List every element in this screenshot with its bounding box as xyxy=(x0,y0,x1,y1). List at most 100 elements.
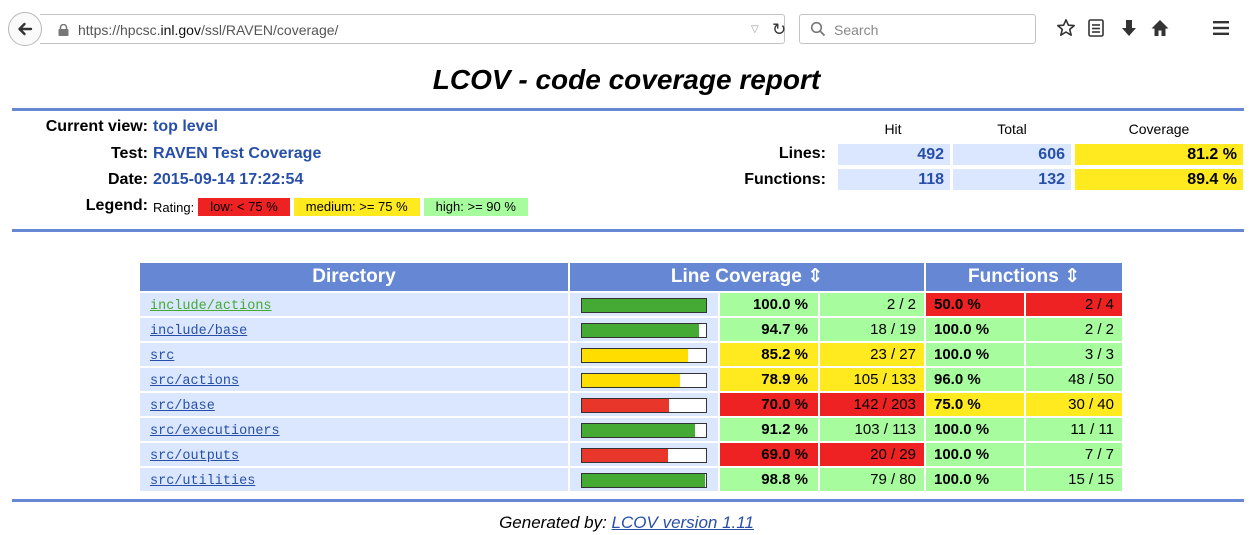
search-input[interactable]: Search xyxy=(799,14,1036,44)
dropdown-arrow-icon[interactable]: ▽ xyxy=(751,24,759,35)
line-coverage-count: 142 / 203 xyxy=(820,393,924,416)
test-value: RAVEN Test Coverage xyxy=(153,145,322,162)
line-coverage-percent: 98.8 % xyxy=(720,468,818,491)
table-row: src/base 70.0 % 142 / 203 75.0 % 30 / 40 xyxy=(140,393,1122,416)
function-coverage-percent: 75.0 % xyxy=(926,393,1024,416)
legend-low: low: < 75 % xyxy=(198,198,290,216)
coverage-bar-fill xyxy=(582,423,696,437)
coverage-bar-fill xyxy=(582,398,669,412)
rating-label: Rating: xyxy=(153,199,195,215)
current-view-value: top level xyxy=(153,118,218,135)
line-coverage-percent: 70.0 % xyxy=(720,393,818,416)
coverage-bar-cell xyxy=(570,393,718,416)
directory-cell: src/base xyxy=(140,393,568,416)
function-coverage-percent: 100.0 % xyxy=(926,443,1024,466)
bookmark-star-icon[interactable] xyxy=(1054,16,1078,40)
lines-hit: 492 xyxy=(838,144,950,165)
back-button[interactable] xyxy=(8,12,42,46)
functions-total: 132 xyxy=(953,169,1071,190)
line-coverage-column-header[interactable]: Line Coverage ⇕ xyxy=(570,263,924,291)
directory-link[interactable]: include/actions xyxy=(150,299,272,314)
function-coverage-count: 3 / 3 xyxy=(1026,343,1122,366)
line-coverage-percent: 91.2 % xyxy=(720,418,818,441)
function-coverage-count: 11 / 11 xyxy=(1026,418,1122,441)
directory-cell: include/base xyxy=(140,318,568,341)
coverage-bar-fill xyxy=(582,473,705,487)
function-coverage-percent: 100.0 % xyxy=(926,318,1024,341)
directory-link[interactable]: src/base xyxy=(150,399,215,414)
table-row: include/actions 100.0 % 2 / 2 50.0 % 2 / 4 xyxy=(140,293,1122,316)
line-coverage-percent: 69.0 % xyxy=(720,443,818,466)
function-coverage-count: 48 / 50 xyxy=(1026,368,1122,391)
footer: Generated by: LCOV version 1.11 xyxy=(0,513,1253,533)
url-text: https://hpcsc.inl.gov/ssl/RAVEN/coverage… xyxy=(78,22,339,38)
coverage-bar-fill xyxy=(582,298,706,312)
functions-coverage: 89.4 % xyxy=(1075,169,1243,190)
line-coverage-count: 18 / 19 xyxy=(820,318,924,341)
coverage-bar-cell xyxy=(570,368,718,391)
line-coverage-count: 103 / 113 xyxy=(820,418,924,441)
directory-link[interactable]: src/outputs xyxy=(150,449,239,464)
table-row: src/outputs 69.0 % 20 / 29 100.0 % 7 / 7 xyxy=(140,443,1122,466)
summary-total-header: Total xyxy=(997,121,1027,137)
line-coverage-count: 2 / 2 xyxy=(820,293,924,316)
directory-cell: src/outputs xyxy=(140,443,568,466)
line-coverage-count: 23 / 27 xyxy=(820,343,924,366)
function-coverage-percent: 100.0 % xyxy=(926,343,1024,366)
coverage-bar xyxy=(581,447,707,463)
function-coverage-count: 2 / 4 xyxy=(1026,293,1122,316)
legend-high: high: >= 90 % xyxy=(423,198,528,216)
line-coverage-percent: 100.0 % xyxy=(720,293,818,316)
coverage-bar-cell xyxy=(570,318,718,341)
directory-cell: src/utilities xyxy=(140,468,568,491)
address-bar[interactable]: https://hpcsc.inl.gov/ssl/RAVEN/coverage… xyxy=(40,14,786,44)
directory-link[interactable]: src/utilities xyxy=(150,474,255,489)
date-label: Date: xyxy=(107,171,148,188)
directory-link[interactable]: include/base xyxy=(150,324,247,339)
functions-column-header[interactable]: Functions ⇕ xyxy=(926,263,1122,291)
coverage-bar xyxy=(581,297,707,313)
directory-link[interactable]: src xyxy=(150,349,174,364)
coverage-bar-fill xyxy=(582,323,700,337)
table-body: include/actions 100.0 % 2 / 2 50.0 % 2 / 4 in… xyxy=(140,293,1122,491)
function-coverage-percent: 96.0 % xyxy=(926,368,1024,391)
coverage-table: Directory Line Coverage ⇕ Functions ⇕ in… xyxy=(138,261,1124,493)
reading-list-icon[interactable] xyxy=(1084,16,1108,40)
lines-coverage: 81.2 % xyxy=(1075,144,1243,165)
coverage-bar-fill xyxy=(582,348,688,362)
functions-hit: 118 xyxy=(838,169,950,190)
date-value: 2015-09-14 17:22:54 xyxy=(153,171,304,188)
table-row: src 85.2 % 23 / 27 100.0 % 3 / 3 xyxy=(140,343,1122,366)
directory-link[interactable]: src/executioners xyxy=(150,424,280,439)
coverage-bar-cell xyxy=(570,418,718,441)
legend-label: Legend: xyxy=(85,197,148,214)
menu-icon[interactable] xyxy=(1209,16,1233,40)
function-coverage-percent: 100.0 % xyxy=(926,468,1024,491)
search-placeholder: Search xyxy=(834,22,879,38)
home-icon[interactable] xyxy=(1148,16,1172,40)
line-coverage-count: 20 / 29 xyxy=(820,443,924,466)
line-coverage-count: 79 / 80 xyxy=(820,468,924,491)
search-icon xyxy=(810,21,826,37)
function-coverage-count: 15 / 15 xyxy=(1026,468,1122,491)
summary-hit-header: Hit xyxy=(884,121,902,137)
download-icon[interactable] xyxy=(1117,16,1141,40)
lock-icon xyxy=(58,24,69,36)
function-coverage-percent: 50.0 % xyxy=(926,293,1024,316)
current-view-label: Current view: xyxy=(45,118,148,135)
directory-link[interactable]: src/actions xyxy=(150,374,239,389)
coverage-bar xyxy=(581,347,707,363)
legend: Rating: low: < 75 % medium: >= 75 % high… xyxy=(153,198,532,216)
reload-icon[interactable]: ↻ xyxy=(772,20,786,40)
coverage-bar-fill xyxy=(582,448,668,462)
coverage-bar-cell xyxy=(570,443,718,466)
directory-cell: src/executioners xyxy=(140,418,568,441)
line-coverage-percent: 78.9 % xyxy=(720,368,818,391)
coverage-bar-cell xyxy=(570,343,718,366)
coverage-bar xyxy=(581,472,707,488)
bottom-divider xyxy=(12,499,1244,502)
top-divider xyxy=(12,108,1244,111)
lcov-version-link[interactable]: LCOV version 1.11 xyxy=(612,513,754,532)
back-arrow-icon xyxy=(18,22,33,36)
page-title: LCOV - code coverage report xyxy=(432,64,821,95)
